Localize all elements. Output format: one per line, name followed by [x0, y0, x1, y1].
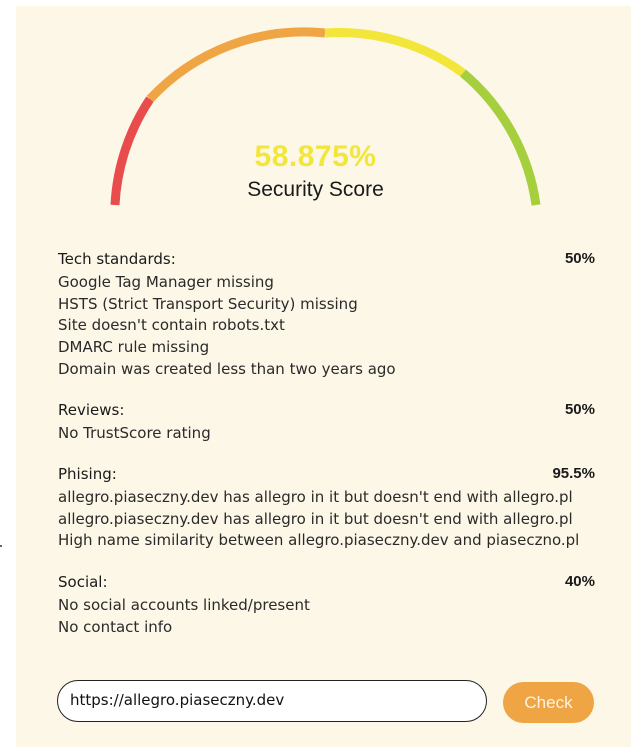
section-reviews: Reviews: 50% No TrustScore rating — [58, 401, 595, 445]
list-item: Site doesn't contain robots.txt — [58, 316, 285, 335]
list-item: No social accounts linked/present — [58, 596, 310, 614]
section-percent: 50% — [564, 401, 595, 418]
list-item: allegro.piaseczny.dev has allegro in it … — [58, 488, 573, 506]
section-title: Reviews: — [58, 401, 125, 419]
section-percent: 40% — [564, 573, 595, 590]
list-item: HSTS (Strict Transport Security) missing — [58, 294, 358, 313]
gauge-segment-yellow — [324, 28, 466, 77]
security-score-value: 58.875% — [254, 140, 377, 173]
section-title: Phising: — [58, 465, 117, 483]
list-item: No contact info — [58, 617, 173, 636]
section-phishing: Phising: 95.5% allegro.piaseczny.dev has… — [58, 465, 595, 552]
list-item: High name similarity between allegro.pia… — [58, 531, 580, 550]
list-item: Google Tag Manager missing — [58, 273, 274, 291]
section-title: Tech standards: — [58, 250, 176, 268]
list-item: allegro.piaseczny.dev has allegro in it … — [58, 509, 573, 528]
gauge-segment-orange — [146, 27, 326, 103]
section-tech-standards: Tech standards: 50% Google Tag Manager m… — [58, 250, 595, 380]
section-percent: 50% — [564, 250, 595, 267]
section-percent: 95.5% — [552, 465, 595, 482]
list-item: DMARC rule missing — [58, 338, 210, 357]
security-score-label: Security Score — [247, 178, 384, 201]
section-social: Social: 40% No social accounts linked/pr… — [58, 573, 595, 638]
check-button[interactable]: Check — [503, 682, 594, 723]
divider-dot — [0, 545, 2, 547]
url-input[interactable]: https://allegro.piaseczny.dev — [57, 680, 487, 722]
list-item: No TrustScore rating — [58, 424, 211, 442]
section-title: Social: — [58, 573, 108, 591]
list-item: Domain was created less than two years a… — [58, 359, 396, 378]
